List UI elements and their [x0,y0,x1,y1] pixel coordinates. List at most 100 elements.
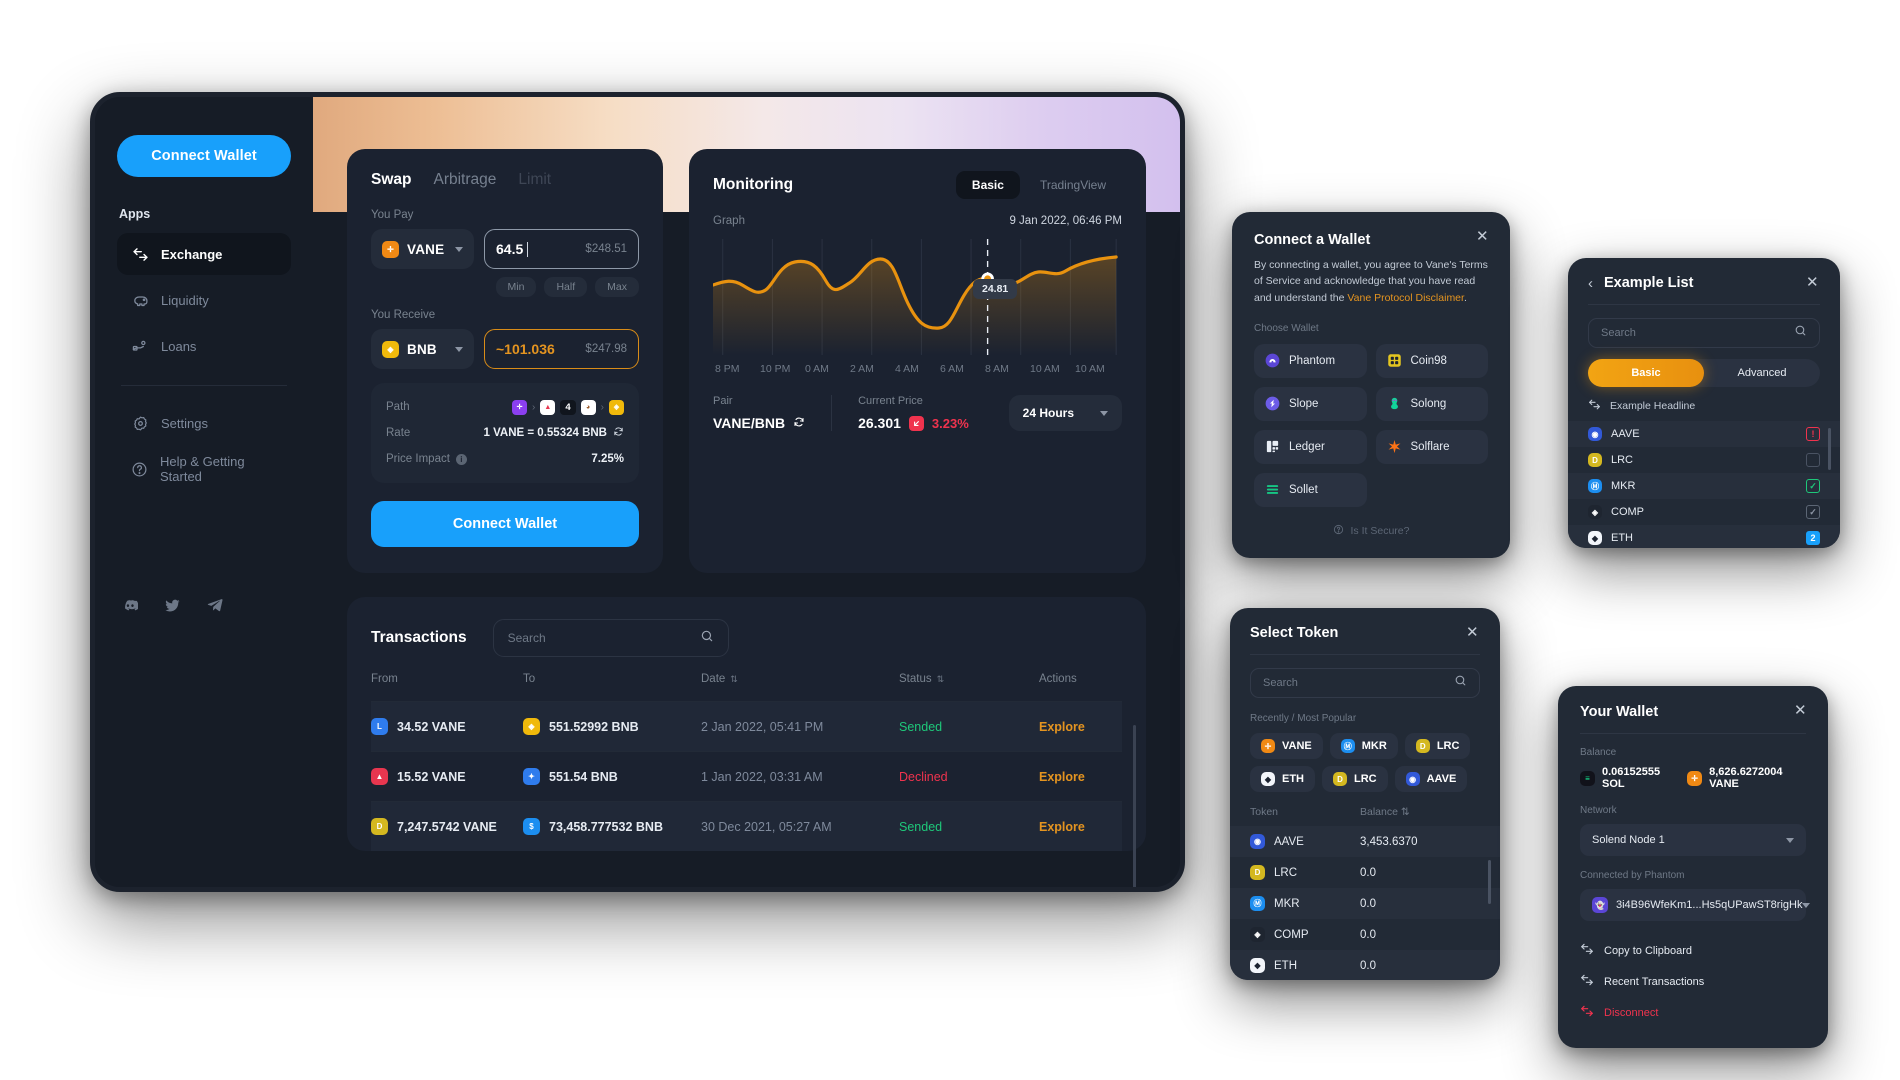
col-date[interactable]: Date ⇅ [701,673,899,702]
sort-icon[interactable]: ⇅ [937,674,945,684]
wallet-option-solong[interactable]: Solong [1375,386,1488,421]
twitter-icon[interactable] [164,597,181,619]
recent-transactions-action[interactable]: Recent Transactions [1580,966,1806,997]
sidebar-item-settings[interactable]: Settings [117,402,291,444]
back-arrow-icon[interactable]: ‹ [1588,276,1593,291]
token-row[interactable]: Ⓜ MKR 0.0 [1230,888,1500,919]
count-badge[interactable]: 2 [1806,531,1820,545]
chip-min[interactable]: Min [495,277,537,297]
col-balance[interactable]: Balance ⇅ [1360,806,1410,818]
close-icon[interactable]: ✕ [1466,625,1481,640]
path-token-1-icon: ✛ [512,399,528,415]
sort-icon[interactable]: ⇅ [1398,806,1410,818]
token-cell: ◉ AAVE [1250,834,1360,849]
status-checkbox[interactable]: ✓ [1806,505,1820,519]
table-row[interactable]: D 7,247.5742 VANE $ 73,458.777532 BNB 30… [371,801,1122,851]
tab-tradingview[interactable]: TradingView [1024,171,1122,199]
chip-max[interactable]: Max [595,277,639,297]
toggle-basic[interactable]: Basic [1588,359,1704,387]
chip-half[interactable]: Half [544,277,588,297]
list-item[interactable]: D LRC [1568,447,1840,473]
wallet-address-select[interactable]: 👻 3i4B96WfeKm1...Hs5qUPawST8rigHk [1580,889,1811,921]
status-checkbox[interactable]: ✓ [1806,479,1820,493]
explore-link[interactable]: Explore [1039,770,1085,784]
you-pay-label: You Pay [371,209,414,221]
pay-amount-input[interactable]: 64.5 $248.51 [484,229,639,269]
select-token-search[interactable] [1250,668,1480,698]
copy-to-clipboard-action[interactable]: Copy to Clipboard [1580,935,1806,966]
network-select[interactable]: Solend Node 1 [1580,824,1806,856]
disconnect-action[interactable]: Disconnect [1580,997,1806,1028]
close-icon[interactable]: ✕ [1794,703,1809,718]
disclaimer-link[interactable]: Vane Protocol Disclaimer [1347,292,1464,304]
table-row[interactable]: ▲ 15.52 VANE ✦ 551.54 BNB 1 Jan 2022, 03… [371,751,1122,802]
token-row[interactable]: ◉ AAVE 3,453.6370 [1230,826,1500,857]
wallet-option-slope[interactable]: Slope [1254,386,1367,421]
time-range-select[interactable]: 24 Hours [1008,395,1122,431]
swap-connect-wallet-button[interactable]: Connect Wallet [371,501,639,547]
table-row[interactable]: L 34.52 VANE ◈ 551.52992 BNB 2 Jan 2022,… [371,701,1122,752]
balance-sol-value: 0.06152555 SOL [1602,766,1661,790]
close-icon[interactable]: ✕ [1806,275,1821,290]
search-input[interactable] [1601,327,1794,339]
col-actions: Actions [1039,673,1077,685]
search-icon[interactable] [1454,674,1467,692]
search-icon[interactable] [1794,324,1807,342]
receive-amount-input[interactable]: ~101.036 $247.98 [484,329,639,369]
list-item[interactable]: ◈ COMP ✓ [1568,499,1840,525]
to-amount: 551.54 BNB [549,769,618,784]
search-input[interactable] [507,631,700,645]
sidebar-item-loans[interactable]: Loans [117,325,291,367]
is-it-secure-link[interactable]: Is It Secure? [1254,524,1488,538]
tab-arbitrage[interactable]: Arbitrage [433,171,496,189]
tab-swap[interactable]: Swap [371,171,411,189]
search-icon[interactable] [700,629,714,648]
refresh-icon[interactable] [613,426,624,440]
sidebar-item-exchange[interactable]: Exchange [117,233,291,275]
wallet-option-sollet[interactable]: Sollet [1254,472,1367,507]
receive-token-select[interactable]: ◈ BNB [371,329,474,369]
status-checkbox[interactable]: ! [1806,427,1820,441]
explore-link[interactable]: Explore [1039,820,1085,834]
tab-basic[interactable]: Basic [955,171,1020,199]
example-list-scrollbar[interactable] [1828,428,1831,470]
token-row[interactable]: ◆ ETH 0.0 [1230,950,1500,980]
list-item[interactable]: ◉ AAVE ! [1568,421,1840,447]
token-row[interactable]: D LRC 0.0 [1230,857,1500,888]
popular-token-vane[interactable]: ✛ VANE [1250,733,1323,759]
wallet-option-solflare[interactable]: Solflare [1375,429,1488,464]
search-input[interactable] [1263,677,1454,689]
wallet-option-phantom[interactable]: Phantom [1254,343,1367,378]
list-item[interactable]: ◆ ETH 2 [1568,525,1840,548]
popular-token-aave[interactable]: ◉ AAVE [1394,766,1468,792]
telegram-icon[interactable] [207,597,224,619]
sort-icon[interactable]: ⇅ [730,674,738,684]
info-icon[interactable]: i [455,453,467,465]
close-icon[interactable]: ✕ [1476,229,1491,244]
token-row[interactable]: ◈ COMP 0.0 [1230,919,1500,950]
status-checkbox[interactable] [1806,453,1820,467]
sidebar-connect-wallet-button[interactable]: Connect Wallet [117,135,291,177]
list-item[interactable]: Ⓜ MKR ✓ [1568,473,1840,499]
popular-token-eth[interactable]: ◆ ETH [1250,766,1315,792]
transactions-scrollbar[interactable] [1133,725,1136,887]
graph-header: Graph 9 Jan 2022, 06:46 PM [713,215,1122,227]
wallet-option-coin98[interactable]: Coin98 [1375,343,1488,378]
price-chart[interactable]: 24.81 [713,237,1122,357]
sidebar-item-liquidity[interactable]: Liquidity [117,279,291,321]
example-list-search[interactable] [1588,318,1820,348]
discord-icon[interactable] [121,597,139,619]
sidebar-item-help[interactable]: Help & Getting Started [117,448,291,490]
pay-token-select[interactable]: ✛ VANE [371,229,474,269]
popular-token-lrc-2[interactable]: D LRC [1322,766,1388,792]
tab-limit[interactable]: Limit [518,171,551,189]
toggle-advanced[interactable]: Advanced [1704,359,1820,387]
col-status[interactable]: Status ⇅ [899,673,1039,702]
swap-pair-icon[interactable] [793,415,805,431]
popular-token-lrc[interactable]: D LRC [1404,733,1471,759]
explore-link[interactable]: Explore [1039,720,1085,734]
popular-token-mkr[interactable]: Ⓜ MKR [1329,733,1398,759]
token-list-scrollbar[interactable] [1488,860,1491,904]
wallet-option-ledger[interactable]: Ledger [1254,429,1367,464]
transactions-search[interactable] [492,619,729,657]
